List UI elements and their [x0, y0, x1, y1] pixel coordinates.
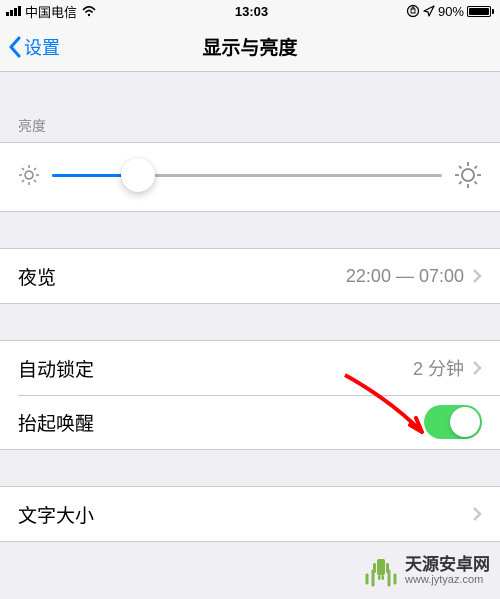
carrier-label: 中国电信 — [25, 2, 77, 21]
chevron-left-icon — [8, 36, 22, 58]
back-button[interactable]: 设置 — [8, 34, 60, 60]
page-title: 显示与亮度 — [0, 33, 500, 60]
auto-lock-label: 自动锁定 — [18, 355, 413, 382]
watermark-url: www.jytyaz.com — [405, 574, 490, 587]
brightness-slider[interactable] — [52, 174, 442, 177]
raise-to-wake-label: 抬起唤醒 — [18, 409, 424, 436]
slider-thumb[interactable] — [121, 158, 155, 192]
text-size-cell[interactable]: 文字大小 — [0, 487, 500, 541]
brightness-header: 亮度 — [0, 108, 500, 142]
signal-icon — [6, 6, 21, 16]
back-label: 设置 — [24, 34, 60, 60]
location-icon — [423, 5, 435, 17]
text-size-label: 文字大小 — [18, 501, 472, 528]
auto-lock-cell[interactable]: 自动锁定 2 分钟 — [0, 341, 500, 395]
chevron-right-icon — [472, 360, 482, 376]
nav-bar: 设置 显示与亮度 — [0, 22, 500, 72]
status-bar: 中国电信 13:03 90% — [0, 0, 500, 22]
sun-large-icon — [454, 161, 482, 189]
raise-to-wake-toggle[interactable] — [424, 405, 482, 439]
wifi-icon — [81, 5, 97, 17]
battery-icon — [467, 6, 494, 17]
night-shift-label: 夜览 — [18, 263, 346, 290]
auto-lock-value: 2 分钟 — [413, 355, 464, 381]
watermark: 天源安卓网 www.jytyaz.com — [363, 553, 490, 589]
chevron-right-icon — [472, 268, 482, 284]
watermark-logo-icon — [363, 553, 399, 589]
brightness-slider-cell — [0, 143, 500, 211]
clock: 13:03 — [97, 4, 406, 19]
sun-small-icon — [18, 164, 40, 186]
chevron-right-icon — [472, 506, 482, 522]
night-shift-cell[interactable]: 夜览 22:00 — 07:00 — [0, 249, 500, 303]
raise-to-wake-cell: 抬起唤醒 — [0, 395, 500, 449]
battery-percent: 90% — [438, 4, 464, 19]
orientation-lock-icon — [406, 4, 420, 18]
watermark-title: 天源安卓网 — [405, 555, 490, 575]
night-shift-value: 22:00 — 07:00 — [346, 266, 464, 287]
